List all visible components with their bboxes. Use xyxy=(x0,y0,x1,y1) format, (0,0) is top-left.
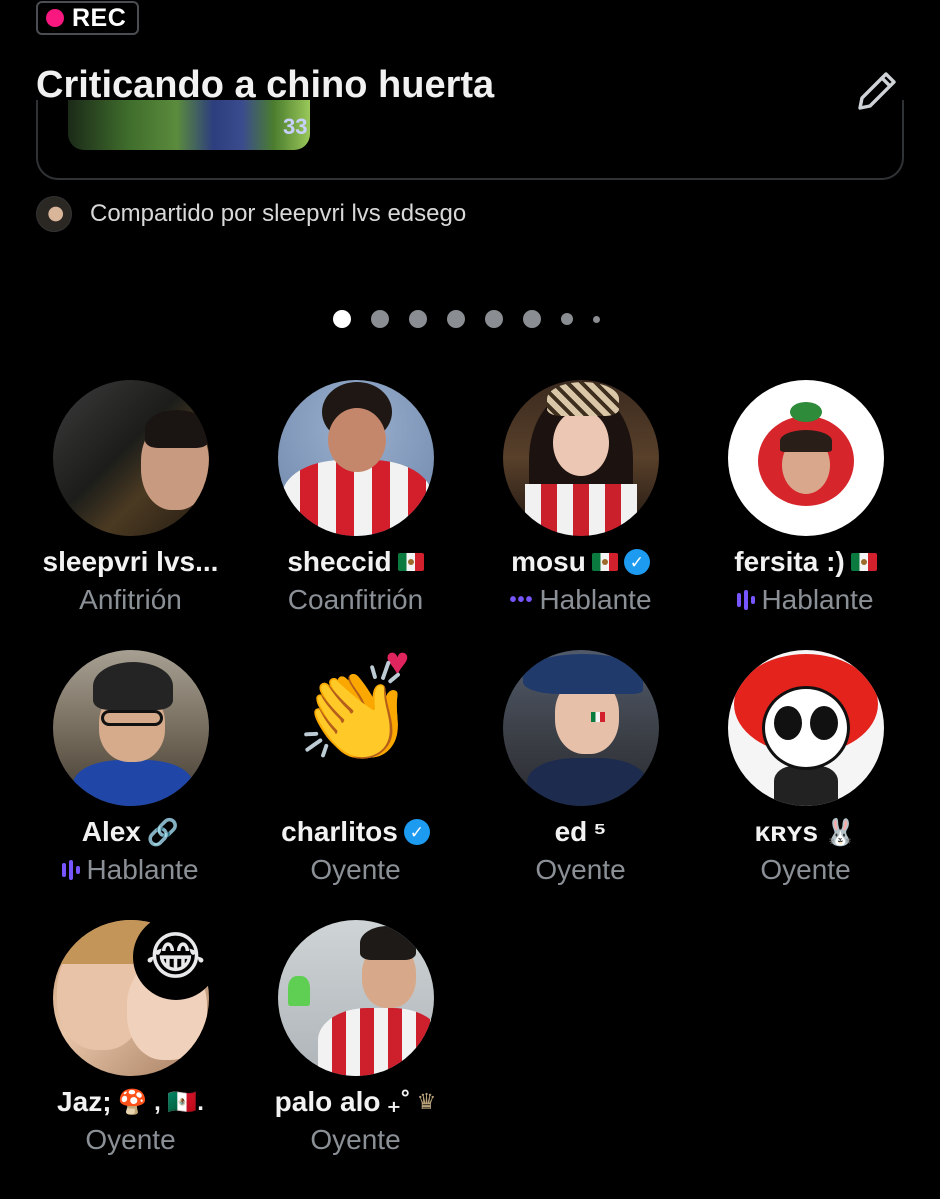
mexico-flag-icon xyxy=(591,553,618,571)
page-dot[interactable] xyxy=(522,310,541,328)
participant-name: charlitos ✓ xyxy=(243,812,468,852)
participant-mosu[interactable]: mosu ✓ ••• Hablante xyxy=(468,380,693,618)
participant-krys[interactable]: ᴋʀʏs 🐰 Oyente xyxy=(693,650,918,888)
shared-media-card[interactable]: 33 xyxy=(36,100,904,180)
mushroom-flag-suffix: 🍄 , 🇲🇽. xyxy=(117,1088,204,1116)
participant-role: Oyente xyxy=(85,1124,176,1155)
avatar[interactable] xyxy=(52,650,209,806)
recording-label: REC xyxy=(72,3,127,32)
page-indicator xyxy=(0,310,940,328)
clapping-hands-icon: 👏 xyxy=(295,660,416,767)
avatar[interactable] xyxy=(277,380,434,536)
link-icon: 🔗 xyxy=(146,816,180,847)
name-suffix: ⁵ xyxy=(593,816,607,847)
media-thumbnail[interactable]: 33 xyxy=(68,100,310,150)
laughing-face-icon: 😂 xyxy=(132,914,219,1000)
jersey-number: 33 xyxy=(283,114,308,139)
shared-by-row[interactable]: Compartido por sleepvri lvs edsego xyxy=(36,196,466,232)
space-screen: REC Criticando a chino huerta 33 Compart… xyxy=(0,0,940,1199)
participant-role: Hablante xyxy=(18,852,243,888)
page-dot[interactable] xyxy=(446,310,465,328)
participant-role: Oyente xyxy=(535,854,626,885)
name-suffix: ₊˚ xyxy=(386,1086,411,1118)
participant-charlitos[interactable]: ♥ 👏 charlitos ✓ Oyente xyxy=(243,640,468,888)
participant-role: Hablante xyxy=(693,582,918,618)
verified-badge-icon: ✓ xyxy=(623,549,650,575)
participant-fersita[interactable]: fersita :) Hablante xyxy=(693,380,918,618)
avatar[interactable] xyxy=(727,650,884,806)
avatar[interactable] xyxy=(502,650,659,806)
page-dot[interactable] xyxy=(370,310,389,328)
avatar[interactable]: 😂 xyxy=(52,914,219,1076)
verified-badge-icon: ✓ xyxy=(403,819,430,845)
participant-palo-alo[interactable]: palo alo ₊˚ ♛ Oyente xyxy=(243,920,468,1158)
participant-name: ᴋʀʏs 🐰 xyxy=(754,816,857,847)
participant-name: Jaz; 🍄 , 🇲🇽. xyxy=(57,1086,204,1117)
participant-role: Oyente xyxy=(310,1124,401,1155)
speaking-bars-icon xyxy=(62,860,81,880)
participant-name: palo alo ₊˚ ♛ xyxy=(274,1086,437,1118)
avatar[interactable]: ♥ 👏 xyxy=(277,640,434,806)
participant-name: mosu ✓ xyxy=(468,542,693,582)
avatar[interactable] xyxy=(52,380,209,536)
page-dot[interactable] xyxy=(484,310,503,328)
speaking-bars-icon xyxy=(737,590,756,610)
page-dot-active[interactable] xyxy=(332,310,351,328)
avatar xyxy=(36,196,72,232)
recording-dot-icon xyxy=(46,9,64,27)
participant-role: Anfitrión xyxy=(79,584,182,615)
participant-name: ed ⁵ xyxy=(554,816,607,847)
crown-icon: ♛ xyxy=(416,1089,437,1114)
mexico-flag-icon xyxy=(850,553,877,571)
mexico-flag-icon xyxy=(397,553,424,571)
participant-sheccid[interactable]: sheccid Coanfitrión xyxy=(243,380,468,618)
participant-role: Oyente xyxy=(310,854,401,885)
participant-role: ••• Hablante xyxy=(509,584,652,615)
participant-sleepvri[interactable]: sleepvri lvs... Anfitrión xyxy=(18,380,243,618)
participant-jaz[interactable]: 😂 Jaz; 🍄 , 🇲🇽. Oyente xyxy=(18,914,243,1158)
connecting-dots-icon: ••• xyxy=(509,588,534,611)
participant-ed[interactable]: ed ⁵ Oyente xyxy=(468,650,693,888)
avatar[interactable] xyxy=(502,380,659,536)
participant-role: Coanfitrión xyxy=(287,584,424,615)
participant-name: sheccid xyxy=(243,542,468,582)
bunny-icon: 🐰 xyxy=(824,816,857,847)
shared-by-text: Compartido por sleepvri lvs edsego xyxy=(90,200,467,227)
page-dot[interactable] xyxy=(592,315,600,323)
page-dot[interactable] xyxy=(408,310,427,328)
participant-name: fersita :) xyxy=(693,542,918,582)
participant-name: Alex 🔗 xyxy=(81,816,180,847)
avatar[interactable] xyxy=(277,920,434,1076)
avatar[interactable] xyxy=(727,380,884,536)
participant-name: sleepvri lvs... xyxy=(42,546,219,577)
participant-role: Oyente xyxy=(760,854,851,885)
recording-badge: REC xyxy=(36,1,139,35)
page-dot[interactable] xyxy=(560,313,573,325)
participant-alex[interactable]: Alex 🔗 Hablante xyxy=(18,650,243,888)
